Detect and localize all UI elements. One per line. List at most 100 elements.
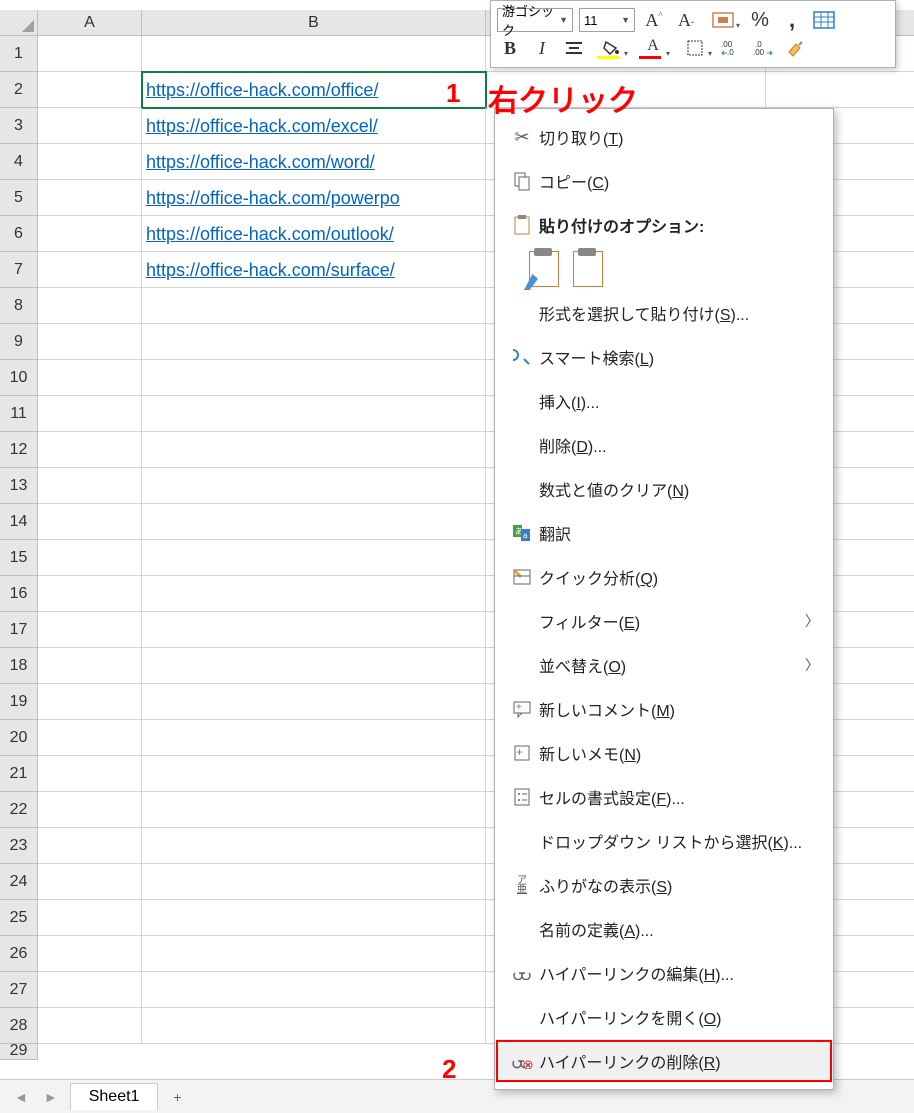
row-header[interactable]: 17 bbox=[0, 612, 38, 648]
cell-B19[interactable] bbox=[142, 684, 486, 720]
menu-define-name[interactable]: 名前の定義(A)... bbox=[495, 907, 833, 951]
menu-smart-lookup[interactable]: スマート検索(L) bbox=[495, 335, 833, 379]
column-header[interactable]: B bbox=[142, 10, 486, 36]
row-header[interactable]: 4 bbox=[0, 144, 38, 180]
row-header[interactable]: 2 bbox=[0, 72, 38, 108]
borders-icon[interactable]: ▾ bbox=[677, 35, 713, 61]
cell-B12[interactable] bbox=[142, 432, 486, 468]
menu-clear[interactable]: 数式と値のクリア(N) bbox=[495, 467, 833, 511]
cell-A18[interactable] bbox=[38, 648, 142, 684]
menu-quick-analysis[interactable]: クイック分析(Q) bbox=[495, 555, 833, 599]
comma-icon[interactable]: , bbox=[779, 7, 805, 33]
row-header[interactable]: 23 bbox=[0, 828, 38, 864]
cell-B14[interactable] bbox=[142, 504, 486, 540]
menu-edit-hyperlink[interactable]: ハイパーリンクの編集(H)... bbox=[495, 951, 833, 995]
cell-B23[interactable] bbox=[142, 828, 486, 864]
font-size-select[interactable]: 11 ▼ bbox=[579, 8, 635, 32]
cell-B2[interactable]: https://office-hack.com/office/ bbox=[142, 72, 486, 108]
cell-B17[interactable] bbox=[142, 612, 486, 648]
row-header[interactable]: 1 bbox=[0, 36, 38, 72]
cell-B15[interactable] bbox=[142, 540, 486, 576]
cell-B1[interactable] bbox=[142, 36, 486, 72]
column-header[interactable]: A bbox=[38, 10, 142, 36]
row-header[interactable]: 12 bbox=[0, 432, 38, 468]
row-header[interactable]: 28 bbox=[0, 1008, 38, 1044]
cell-A21[interactable] bbox=[38, 756, 142, 792]
cell-A25[interactable] bbox=[38, 900, 142, 936]
cell-B18[interactable] bbox=[142, 648, 486, 684]
cell-A17[interactable] bbox=[38, 612, 142, 648]
row-header[interactable]: 10 bbox=[0, 360, 38, 396]
cell-B28[interactable] bbox=[142, 1008, 486, 1044]
menu-cut[interactable]: ✂ 切り取り(T) bbox=[495, 115, 833, 159]
cell-A11[interactable] bbox=[38, 396, 142, 432]
row-header[interactable]: 26 bbox=[0, 936, 38, 972]
merge-center-icon[interactable]: ▾ bbox=[705, 7, 741, 33]
row-header[interactable]: 20 bbox=[0, 720, 38, 756]
row-header[interactable]: 18 bbox=[0, 648, 38, 684]
row-header[interactable]: 7 bbox=[0, 252, 38, 288]
cell-A20[interactable] bbox=[38, 720, 142, 756]
cell-B11[interactable] bbox=[142, 396, 486, 432]
sheet-tab-active[interactable]: Sheet1 bbox=[70, 1083, 159, 1110]
cell-A5[interactable] bbox=[38, 180, 142, 216]
cell-B5[interactable]: https://office-hack.com/powerpo bbox=[142, 180, 486, 216]
row-header[interactable]: 6 bbox=[0, 216, 38, 252]
cell-B26[interactable] bbox=[142, 936, 486, 972]
row-header[interactable]: 14 bbox=[0, 504, 38, 540]
menu-remove-hyperlink[interactable]: ハイパーリンクの削除(R) bbox=[495, 1039, 833, 1083]
menu-dropdown-list[interactable]: ドロップダウン リストから選択(K)... bbox=[495, 819, 833, 863]
cell-A3[interactable] bbox=[38, 108, 142, 144]
cell-A27[interactable] bbox=[38, 972, 142, 1008]
fill-color-icon[interactable]: ▾ bbox=[593, 35, 629, 61]
add-sheet-button[interactable]: + bbox=[166, 1086, 188, 1108]
cell-A26[interactable] bbox=[38, 936, 142, 972]
cell-A13[interactable] bbox=[38, 468, 142, 504]
row-header[interactable]: 8 bbox=[0, 288, 38, 324]
menu-open-hyperlink[interactable]: ハイパーリンクを開く(O) bbox=[495, 995, 833, 1039]
row-header[interactable]: 27 bbox=[0, 972, 38, 1008]
row-header[interactable]: 29 bbox=[0, 1044, 38, 1060]
row-header[interactable]: 21 bbox=[0, 756, 38, 792]
cell-A15[interactable] bbox=[38, 540, 142, 576]
cell-B7[interactable]: https://office-hack.com/surface/ bbox=[142, 252, 486, 288]
format-table-icon[interactable] bbox=[811, 7, 837, 33]
cell-B27[interactable] bbox=[142, 972, 486, 1008]
cell-B24[interactable] bbox=[142, 864, 486, 900]
menu-new-comment[interactable]: + 新しいコメント(M) bbox=[495, 687, 833, 731]
paste-option-values[interactable] bbox=[573, 251, 603, 287]
menu-furigana[interactable]: ア亜 ふりがなの表示(S) bbox=[495, 863, 833, 907]
row-header[interactable]: 3 bbox=[0, 108, 38, 144]
cell-A22[interactable] bbox=[38, 792, 142, 828]
increase-font-icon[interactable]: A^ bbox=[641, 7, 667, 33]
row-header[interactable]: 9 bbox=[0, 324, 38, 360]
row-header[interactable]: 19 bbox=[0, 684, 38, 720]
row-header[interactable]: 16 bbox=[0, 576, 38, 612]
cell-B4[interactable]: https://office-hack.com/word/ bbox=[142, 144, 486, 180]
cell-A8[interactable] bbox=[38, 288, 142, 324]
cell-B20[interactable] bbox=[142, 720, 486, 756]
menu-filter[interactable]: フィルター(E) 〉 bbox=[495, 599, 833, 643]
percent-icon[interactable]: % bbox=[747, 7, 773, 33]
menu-delete[interactable]: 削除(D)... bbox=[495, 423, 833, 467]
cell-B16[interactable] bbox=[142, 576, 486, 612]
cell-A16[interactable] bbox=[38, 576, 142, 612]
cell-B6[interactable]: https://office-hack.com/outlook/ bbox=[142, 216, 486, 252]
cell-B13[interactable] bbox=[142, 468, 486, 504]
cell-A24[interactable] bbox=[38, 864, 142, 900]
cell-A7[interactable] bbox=[38, 252, 142, 288]
menu-sort[interactable]: 並べ替え(O) 〉 bbox=[495, 643, 833, 687]
row-header[interactable]: 25 bbox=[0, 900, 38, 936]
row-header[interactable]: 13 bbox=[0, 468, 38, 504]
cell-A1[interactable] bbox=[38, 36, 142, 72]
cell-B9[interactable] bbox=[142, 324, 486, 360]
decrease-font-icon[interactable]: Aˇ bbox=[673, 7, 699, 33]
cell-B25[interactable] bbox=[142, 900, 486, 936]
row-header[interactable]: 5 bbox=[0, 180, 38, 216]
cell-A10[interactable] bbox=[38, 360, 142, 396]
font-name-select[interactable]: 游ゴシック ▼ bbox=[497, 8, 573, 32]
cell-B21[interactable] bbox=[142, 756, 486, 792]
cell-B22[interactable] bbox=[142, 792, 486, 828]
menu-new-note[interactable]: + 新しいメモ(N) bbox=[495, 731, 833, 775]
cell-A14[interactable] bbox=[38, 504, 142, 540]
